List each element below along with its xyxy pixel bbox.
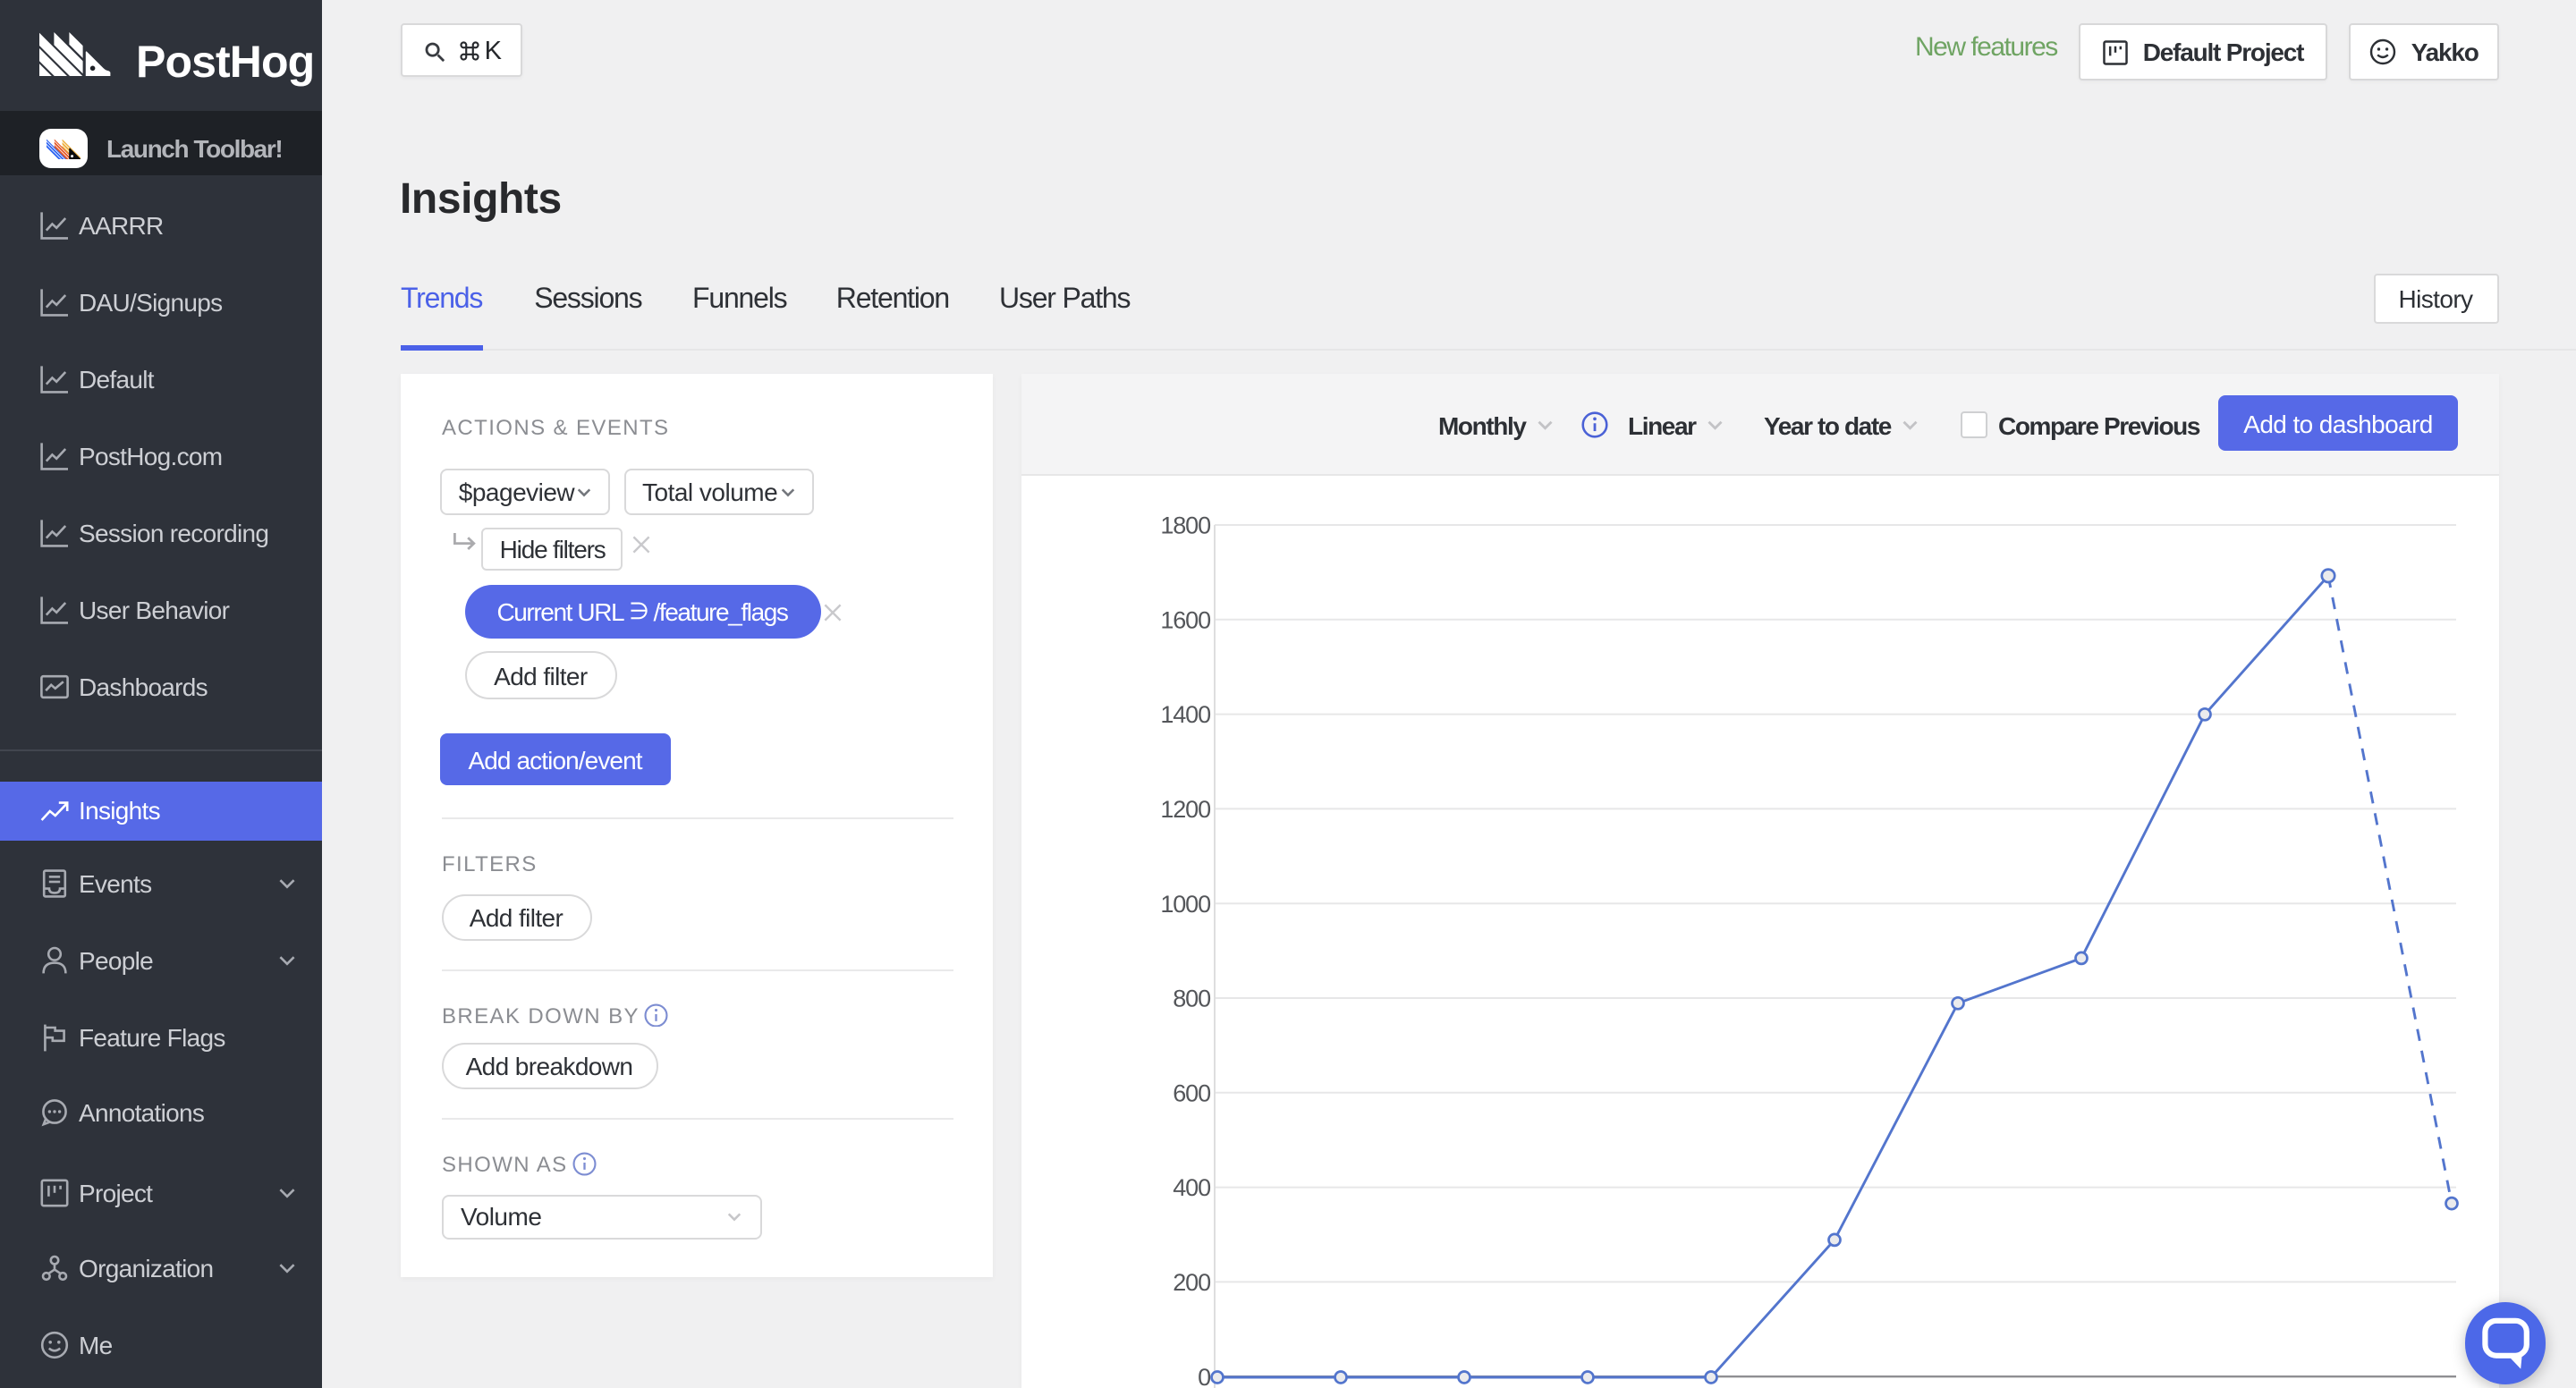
svg-text:1600: 1600 xyxy=(1160,606,1210,633)
svg-text:1400: 1400 xyxy=(1160,701,1210,728)
svg-text:400: 400 xyxy=(1173,1174,1210,1201)
svg-text:0: 0 xyxy=(1198,1364,1210,1388)
svg-text:200: 200 xyxy=(1173,1269,1210,1296)
svg-text:800: 800 xyxy=(1173,986,1210,1012)
svg-text:1200: 1200 xyxy=(1160,796,1210,823)
svg-text:1800: 1800 xyxy=(1160,512,1210,539)
svg-text:600: 600 xyxy=(1173,1079,1210,1106)
svg-text:1000: 1000 xyxy=(1160,891,1210,918)
